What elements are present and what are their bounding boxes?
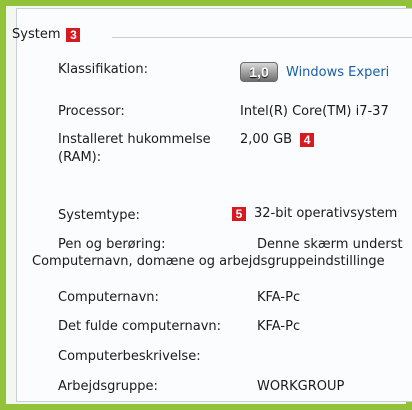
computer-name-label: Computernavn: bbox=[58, 290, 159, 305]
callout-marker-3: 3 bbox=[66, 27, 81, 42]
workgroup-label: Arbejdsgruppe: bbox=[58, 379, 158, 394]
system-section-heading: System 3 bbox=[12, 27, 81, 42]
pen-touch-label: Pen og berøring: bbox=[58, 237, 166, 252]
memory-value: 2,00 GB bbox=[240, 132, 293, 147]
full-computer-name-value: KFA-Pc bbox=[257, 319, 301, 334]
memory-label-line1: Installeret hukommelse bbox=[58, 132, 211, 147]
full-computer-name-label: Det fulde computernavn: bbox=[58, 319, 222, 334]
computer-name-value: KFA-Pc bbox=[257, 290, 301, 305]
experience-index-badge: 1,0 bbox=[240, 62, 278, 82]
memory-value-row: 2,00 GB 4 bbox=[240, 132, 315, 147]
system-section-title: System bbox=[12, 27, 61, 42]
memory-label-line2: (RAM): bbox=[58, 150, 102, 165]
system-section-divider bbox=[112, 37, 412, 38]
systemtype-value: 32-bit operativsystem bbox=[254, 206, 398, 221]
classification-label: Klassifikation: bbox=[58, 62, 148, 77]
workgroup-value: WORKGROUP bbox=[257, 379, 345, 394]
systemtype-label: Systemtype: bbox=[58, 208, 140, 223]
systemtype-value-row: 5 32-bit operativsystem bbox=[232, 206, 397, 221]
callout-marker-4: 4 bbox=[300, 132, 315, 147]
computer-section-title: Computernavn, domæne og arbejdsgruppeind… bbox=[32, 254, 385, 269]
callout-marker-5: 5 bbox=[232, 206, 246, 221]
computer-description-label: Computerbeskrivelse: bbox=[58, 349, 201, 364]
processor-label: Processor: bbox=[58, 104, 125, 119]
windows-experience-index-link[interactable]: Windows Experi bbox=[286, 65, 389, 80]
computer-section-heading: Computernavn, domæne og arbejdsgruppeind… bbox=[32, 254, 385, 269]
processor-value: Intel(R) Core(TM) i7-37 bbox=[240, 104, 389, 119]
pen-touch-value: Denne skærm underst bbox=[257, 237, 403, 252]
classification-value: 1,0 Windows Experi bbox=[240, 62, 389, 82]
